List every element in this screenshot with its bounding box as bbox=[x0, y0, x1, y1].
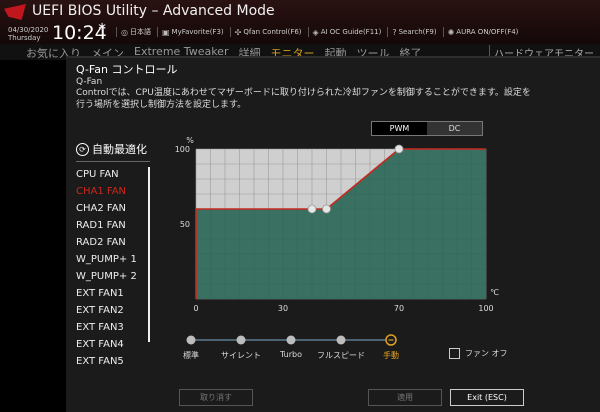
exit-button[interactable]: Exit (ESC) bbox=[450, 389, 524, 406]
preset-slider bbox=[186, 334, 397, 346]
y-tick-label: 100 bbox=[175, 145, 190, 154]
fan-curve-chart: 0 30 70 100 50 100% ℃ bbox=[175, 136, 499, 346]
apply-button[interactable]: 適用 bbox=[368, 389, 442, 406]
preset-knob[interactable] bbox=[286, 335, 296, 345]
x-tick-label: 30 bbox=[278, 304, 288, 313]
curve-control-point[interactable] bbox=[307, 204, 317, 214]
fan-off-checkbox[interactable]: ファン オフ bbox=[449, 348, 508, 359]
y-tick-label: 50 bbox=[180, 220, 190, 229]
preset-knob[interactable] bbox=[186, 335, 196, 345]
curve-control-point[interactable] bbox=[394, 144, 404, 154]
x-tick-label: 0 bbox=[193, 304, 198, 313]
x-tick-label: 70 bbox=[394, 304, 404, 313]
preset-knob[interactable] bbox=[236, 335, 246, 345]
fan-off-label: ファン オフ bbox=[465, 349, 508, 358]
y-axis-unit: % bbox=[186, 136, 194, 145]
x-axis-unit: ℃ bbox=[490, 288, 499, 297]
bottom-bar: 取り消す 適用 Exit (ESC) bbox=[66, 382, 600, 410]
cancel-button[interactable]: 取り消す bbox=[179, 389, 253, 406]
fan-off-box bbox=[449, 348, 460, 359]
preset-knob[interactable] bbox=[336, 335, 346, 345]
x-tick-label: 100 bbox=[478, 304, 493, 313]
curve-control-point[interactable] bbox=[322, 204, 331, 214]
